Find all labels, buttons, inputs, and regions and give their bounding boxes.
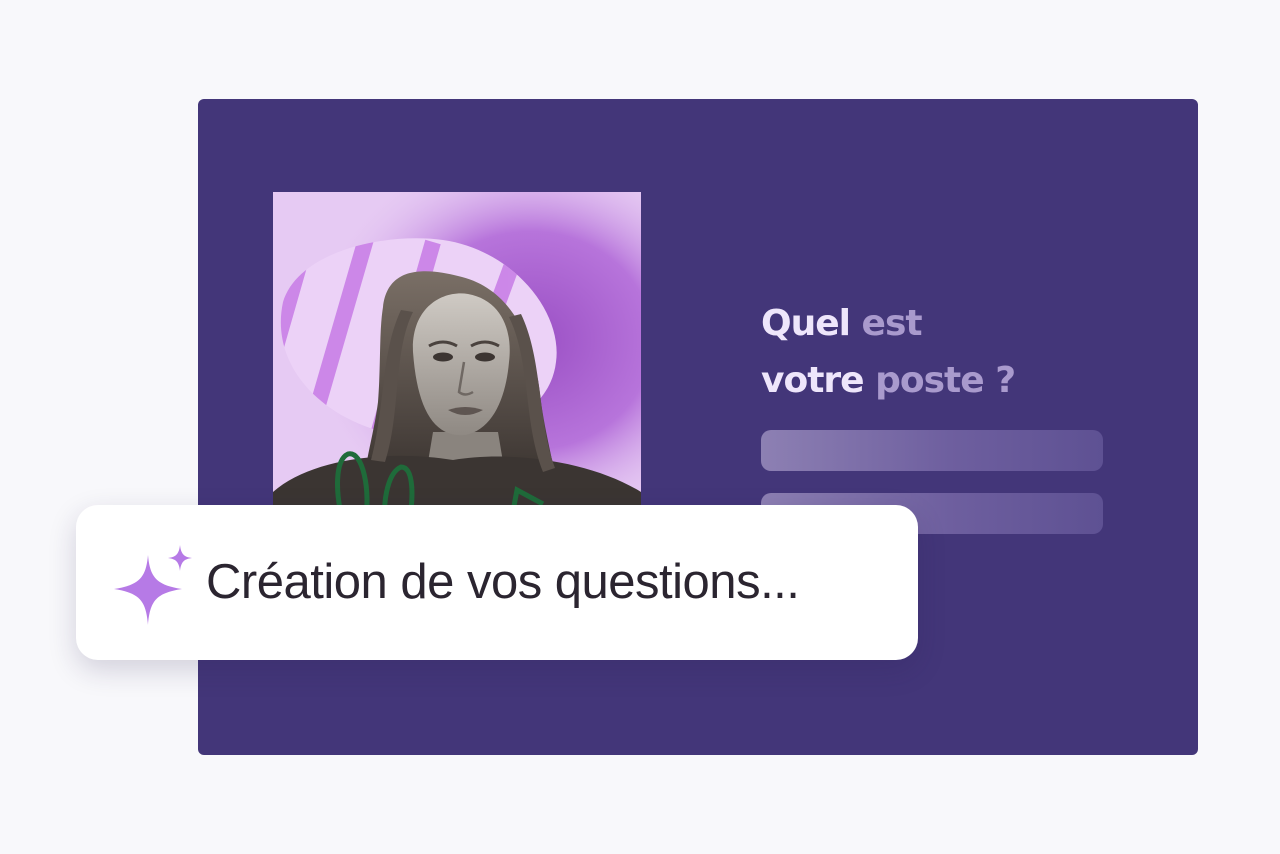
portrait-image xyxy=(273,192,641,522)
page: Quel est votre poste ? Création de vos q… xyxy=(0,0,1280,854)
answer-placeholder-bar xyxy=(761,430,1103,471)
sparkle-icon xyxy=(114,545,192,625)
question-heading: Quel est votre poste ? xyxy=(761,295,1016,409)
question-word-strong: Quel xyxy=(761,303,851,344)
question-word-strong: votre xyxy=(761,360,865,401)
question-line-1: Quel est xyxy=(761,295,1015,352)
toast-label: Création de vos questions... xyxy=(206,555,800,609)
question-word-soft: est xyxy=(850,303,923,344)
portrait-illustration xyxy=(273,192,641,522)
question-word-soft: poste ? xyxy=(863,360,1016,401)
generating-questions-toast: Création de vos questions... xyxy=(76,505,918,660)
question-line-2: votre poste ? xyxy=(761,352,1016,409)
